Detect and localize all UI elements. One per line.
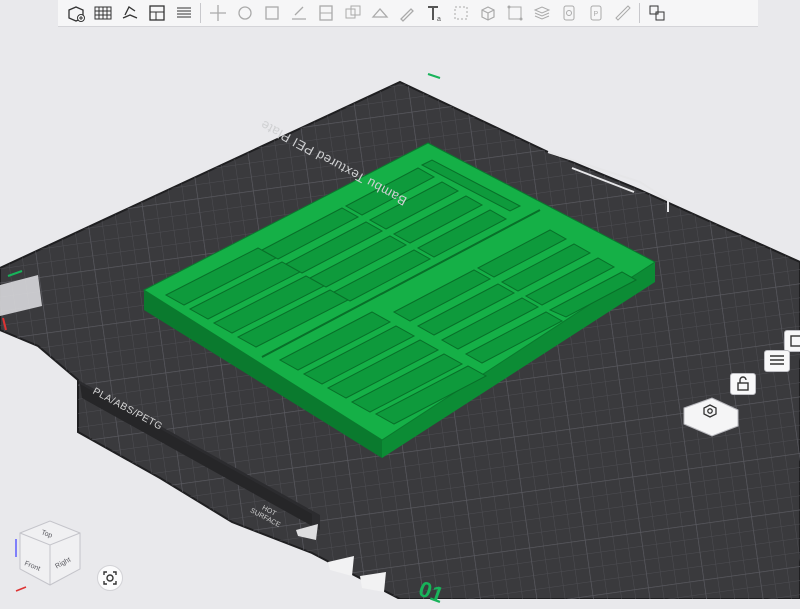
unlock-plate-button[interactable] [730,373,756,395]
3d-viewport[interactable]: Bambu Textured PEI Plate PLA/ABS/PETG HO… [0,0,800,608]
layout-icon [770,355,784,365]
toggle-view-button[interactable] [784,330,800,352]
fit-view-icon[interactable] [97,565,123,591]
plate-corner-marker [427,73,441,79]
unlock-plate-icon [737,376,749,391]
plate-settings-icon [703,404,717,418]
view-cube[interactable]: Top Front Right [10,515,90,595]
layout-button[interactable] [764,350,790,372]
toggle-view-icon [790,335,800,347]
plate-settings-button[interactable] [697,400,723,422]
